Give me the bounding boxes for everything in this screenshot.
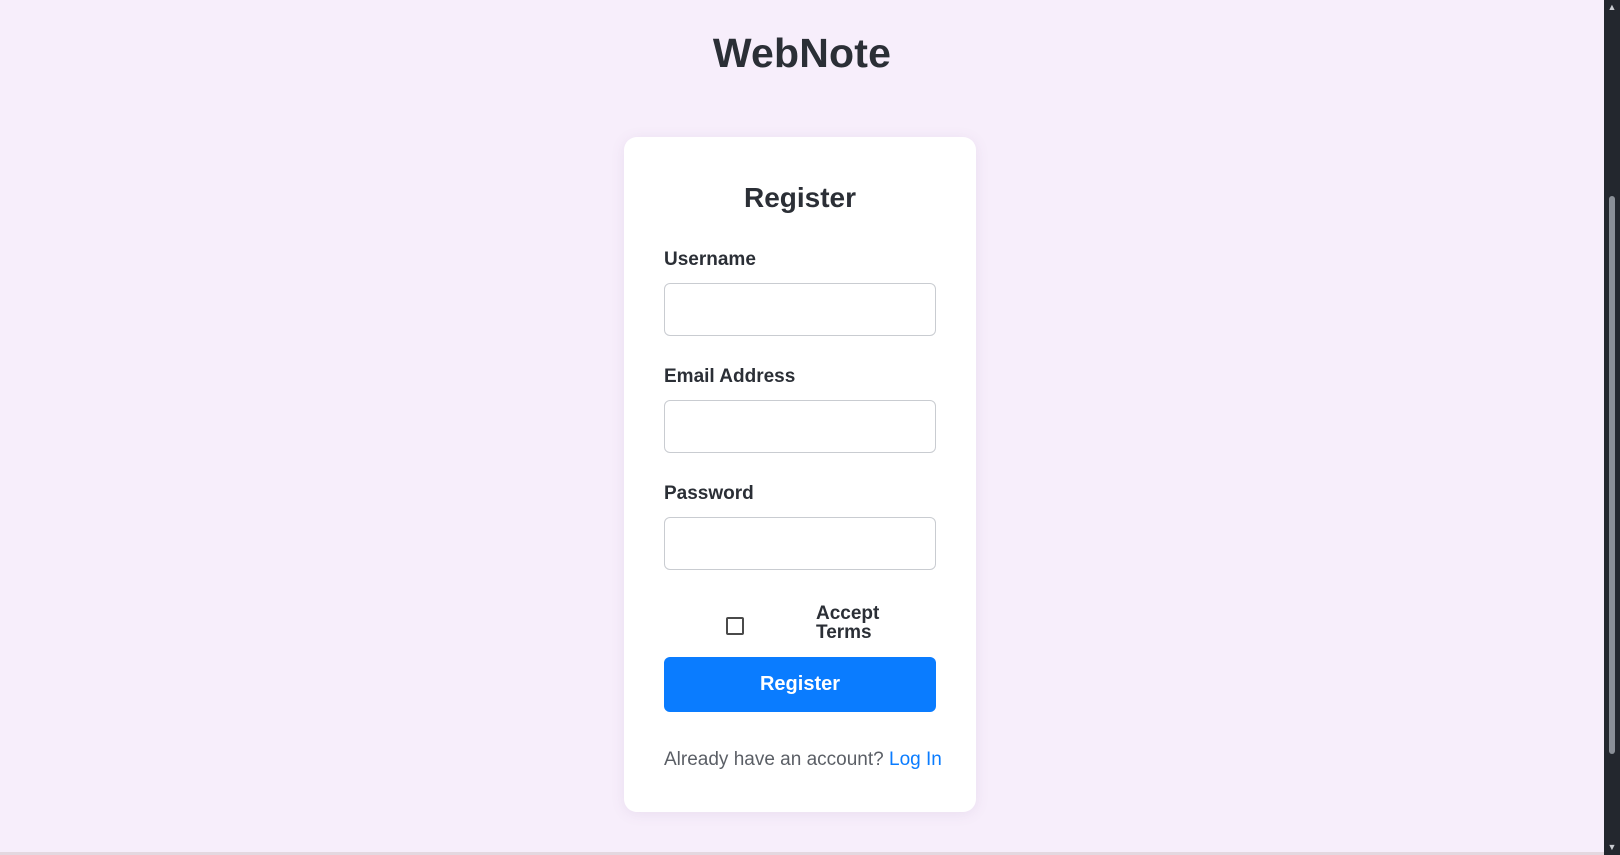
register-button[interactable]: Register (664, 657, 936, 712)
scrollbar-thumb[interactable] (1609, 196, 1615, 754)
password-label: Password (664, 483, 754, 504)
register-card: Register Username Email Address Password… (624, 137, 976, 812)
app-title: WebNote (712, 30, 892, 76)
vertical-scrollbar[interactable]: ▲ ▼ (1604, 0, 1620, 855)
terms-row: Accept Terms (664, 604, 936, 648)
email-input[interactable] (664, 400, 936, 453)
password-input[interactable] (664, 517, 936, 570)
accept-terms-label[interactable]: Accept Terms (816, 604, 906, 642)
login-prompt-line: Already have an account? Log In (664, 749, 964, 771)
chevron-down-icon[interactable]: ▼ (1607, 842, 1617, 852)
accept-terms-checkbox[interactable] (726, 617, 744, 635)
email-label: Email Address (664, 366, 796, 387)
form-title: Register (743, 182, 857, 213)
login-link[interactable]: Log In (889, 749, 942, 770)
username-input[interactable] (664, 283, 936, 336)
chevron-up-icon[interactable]: ▲ (1607, 2, 1617, 12)
page: WebNote Register Username Email Address … (0, 0, 1604, 855)
username-label: Username (664, 249, 756, 270)
login-prompt-text: Already have an account? (664, 749, 884, 770)
